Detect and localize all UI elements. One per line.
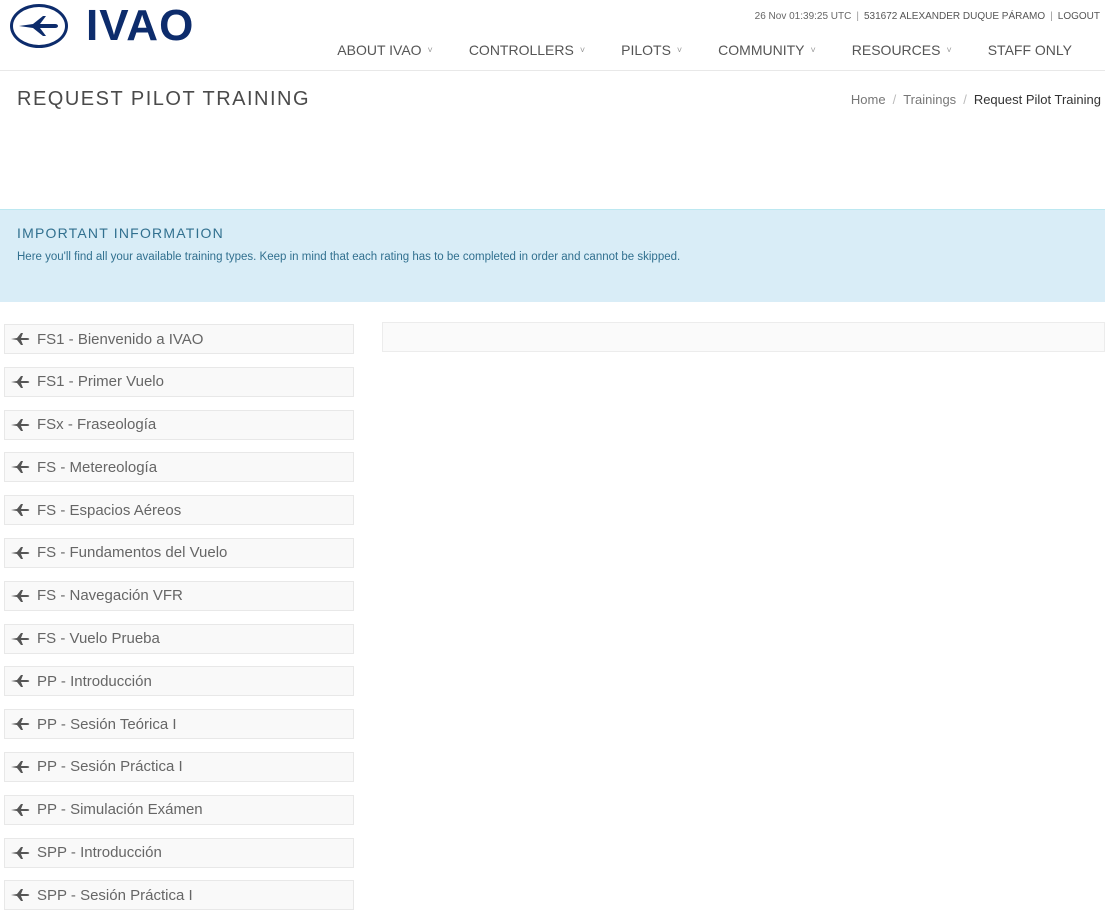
training-label: SPP - Introducción [37, 844, 162, 862]
nav-label: STAFF ONLY [987, 42, 1072, 58]
training-item[interactable]: FS - Metereología [4, 452, 354, 483]
chevron-down-icon: ˅ [946, 45, 952, 55]
separator: | [856, 11, 859, 22]
training-list: FS1 - Bienvenido a IVAO FS1 - Primer Vue… [4, 324, 354, 923]
logo-text: IVAO [86, 1, 195, 50]
airplane-icon [11, 333, 30, 345]
training-item[interactable]: SPP - Sesión Práctica I [4, 880, 354, 911]
nav-label: COMMUNITY [718, 42, 805, 58]
training-item[interactable]: SPP - Introducción [4, 837, 354, 868]
utc-datetime: 26 Nov 01:39:25 UTC [754, 11, 852, 22]
user-profile-link[interactable]: 531672 ALEXANDER DUQUE PÁRAMO [864, 11, 1045, 22]
airplane-icon [11, 589, 30, 602]
breadcrumb-trainings[interactable]: Trainings [903, 92, 956, 107]
breadcrumb-separator: / [892, 92, 897, 107]
airplane-icon [11, 461, 30, 474]
training-detail-panel [382, 322, 1105, 352]
page-title: REQUEST PILOT TRAINING [17, 88, 311, 110]
nav-resources[interactable]: RESOURCES ˅ [852, 42, 952, 58]
nav-label: PILOTS [621, 42, 671, 58]
training-label: FS - Fundamentos del Vuelo [37, 544, 228, 562]
training-label: PP - Sesión Teórica I [37, 715, 177, 733]
site-header: IVAO 26 Nov 01:39:25 UTC | 531672 ALEXANDE… [0, 0, 1105, 71]
airplane-logo-icon [10, 4, 68, 48]
info-text: Here you'll find all your available trai… [17, 251, 681, 263]
airplane-icon [11, 760, 30, 773]
airplane-icon [11, 504, 30, 517]
training-item[interactable]: FS - Vuelo Prueba [4, 623, 354, 654]
training-label: SPP - Sesión Práctica I [37, 886, 193, 904]
ivao-logo[interactable]: IVAO [10, 0, 194, 52]
important-info-alert: IMPORTANT INFORMATION Here you'll find a… [0, 209, 1105, 302]
training-label: FS - Vuelo Prueba [37, 630, 160, 648]
airplane-icon [11, 418, 30, 431]
breadcrumb: Home / Trainings / Request Pilot Training [851, 92, 1101, 107]
nav-controllers[interactable]: CONTROLLERS ˅ [469, 42, 585, 58]
training-label: FS - Metereología [37, 458, 158, 476]
airplane-icon [11, 675, 30, 688]
chevron-down-icon: ˅ [427, 45, 433, 55]
info-title: IMPORTANT INFORMATION [17, 225, 224, 241]
training-label: PP - Simulación Exámen [37, 801, 203, 819]
training-label: FS - Navegación VFR [37, 587, 183, 605]
nav-label: ABOUT IVAO [337, 42, 422, 58]
airplane-icon [11, 718, 30, 731]
training-item[interactable]: PP - Simulación Exámen [4, 794, 354, 825]
training-item[interactable]: FS1 - Primer Vuelo [4, 366, 354, 397]
airplane-icon [11, 546, 30, 559]
chevron-down-icon: ˅ [810, 45, 816, 55]
airplane-icon [11, 375, 30, 388]
breadcrumb-current: Request Pilot Training [973, 92, 1101, 107]
user-bar: 26 Nov 01:39:25 UTC | 531672 ALEXANDER DUQ… [755, 11, 1100, 22]
airplane-icon [11, 632, 30, 645]
logout-link[interactable]: LOGOUT [1058, 11, 1100, 22]
main-nav: ABOUT IVAO ˅ CONTROLLERS ˅ PILOTS ˅ COMMUNI… [301, 42, 1072, 58]
airplane-icon [11, 803, 30, 816]
training-label: FS1 - Bienvenido a IVAO [37, 330, 204, 348]
training-label: PP - Introducción [37, 672, 152, 690]
training-item[interactable]: FS - Espacios Aéreos [4, 495, 354, 526]
nav-about-ivao[interactable]: ABOUT IVAO ˅ [337, 42, 433, 58]
training-label: FS1 - Primer Vuelo [37, 373, 164, 391]
nav-staff-only[interactable]: STAFF ONLY [988, 42, 1072, 58]
nav-label: CONTROLLERS [468, 42, 574, 58]
training-item[interactable]: FS1 - Bienvenido a IVAO [4, 324, 354, 354]
nav-pilots[interactable]: PILOTS ˅ [621, 42, 682, 58]
breadcrumb-separator: / [963, 92, 967, 107]
separator: | [1050, 11, 1053, 22]
nav-community[interactable]: COMMUNITY ˅ [718, 42, 816, 58]
page-title-bar: REQUEST PILOT TRAINING Home / Trainings / Re… [0, 72, 1105, 126]
chevron-down-icon: ˅ [676, 45, 683, 55]
training-item[interactable]: FSx - Fraseología [4, 409, 354, 440]
training-item[interactable]: PP - Sesión Teórica I [4, 709, 354, 740]
airplane-icon [11, 889, 30, 902]
airplane-icon [11, 846, 30, 859]
training-item[interactable]: PP - Introducción [4, 666, 354, 697]
training-item[interactable]: FS - Navegación VFR [4, 580, 354, 611]
training-item[interactable]: PP - Sesión Práctica I [4, 751, 354, 782]
nav-label: RESOURCES [851, 42, 941, 58]
breadcrumb-home[interactable]: Home [851, 92, 886, 107]
training-item[interactable]: FS - Fundamentos del Vuelo [4, 537, 354, 568]
training-label: FS - Espacios Aéreos [37, 501, 182, 519]
training-label: PP - Sesión Práctica I [37, 758, 183, 776]
training-label: FSx - Fraseología [37, 416, 157, 434]
chevron-down-icon: ˅ [579, 45, 586, 55]
